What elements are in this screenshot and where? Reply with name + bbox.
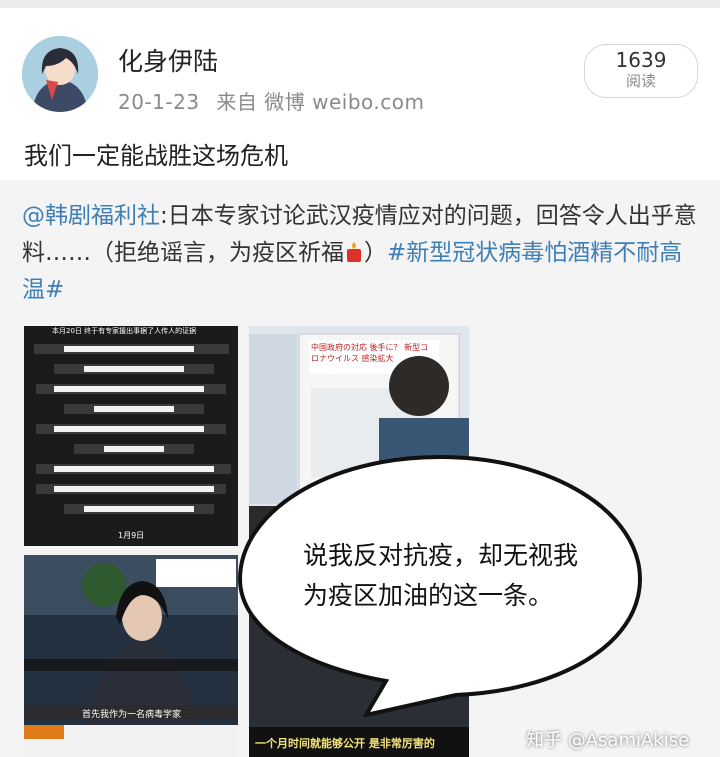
watermark: 知乎 @AsamiAkise	[526, 730, 690, 751]
repost-text: @韩剧福利社:日本专家讨论武汉疫情应对的问题，回答令人出乎意料……（拒绝谣言，为…	[22, 198, 702, 309]
image3-caption: 首先我作为一名病毒学家	[82, 710, 182, 720]
speech-bubble-text: 说我反对抗疫，却无视我为疫区加油的这一条。	[303, 541, 579, 610]
top-divider	[0, 0, 720, 8]
image2-caption: 中国政府の対応 後手に？ 新型コロナウイルス 感染拡大	[311, 343, 429, 363]
image1-date: 1月9日	[118, 531, 145, 540]
post-source: 来自 微博 weibo.com	[216, 90, 425, 114]
avatar[interactable]	[22, 36, 98, 112]
image-thumbnail-1[interactable]: 本月20日 终于有专家援出事据了人传人的证据 1月9日	[24, 326, 238, 546]
post-meta: 20-1-23 来自 微博 weibo.com	[118, 86, 435, 115]
candle-icon	[344, 238, 364, 262]
repost-body-end: ）	[364, 240, 387, 266]
post-date: 20-1-23	[118, 90, 200, 114]
post-text: 我们一定能战胜这场危机	[24, 142, 288, 170]
read-label: 阅读	[625, 72, 656, 90]
read-count: 1639	[615, 48, 667, 72]
weibo-post: 化身伊陆 20-1-23 来自 微博 weibo.com 1639 阅读 我们一…	[0, 8, 720, 757]
image4-caption: 一个月时间就能够公开 是非常厉害的	[255, 737, 435, 750]
username[interactable]: 化身伊陆	[118, 42, 218, 78]
read-count-badge: 1639 阅读	[584, 44, 698, 98]
image-thumbnail-3[interactable]: 首先我作为一名病毒学家	[24, 555, 238, 757]
mention-link[interactable]: @韩剧福利社	[22, 203, 160, 229]
image1-caption: 本月20日 终于有专家援出事据了人传人的证据	[52, 327, 197, 335]
